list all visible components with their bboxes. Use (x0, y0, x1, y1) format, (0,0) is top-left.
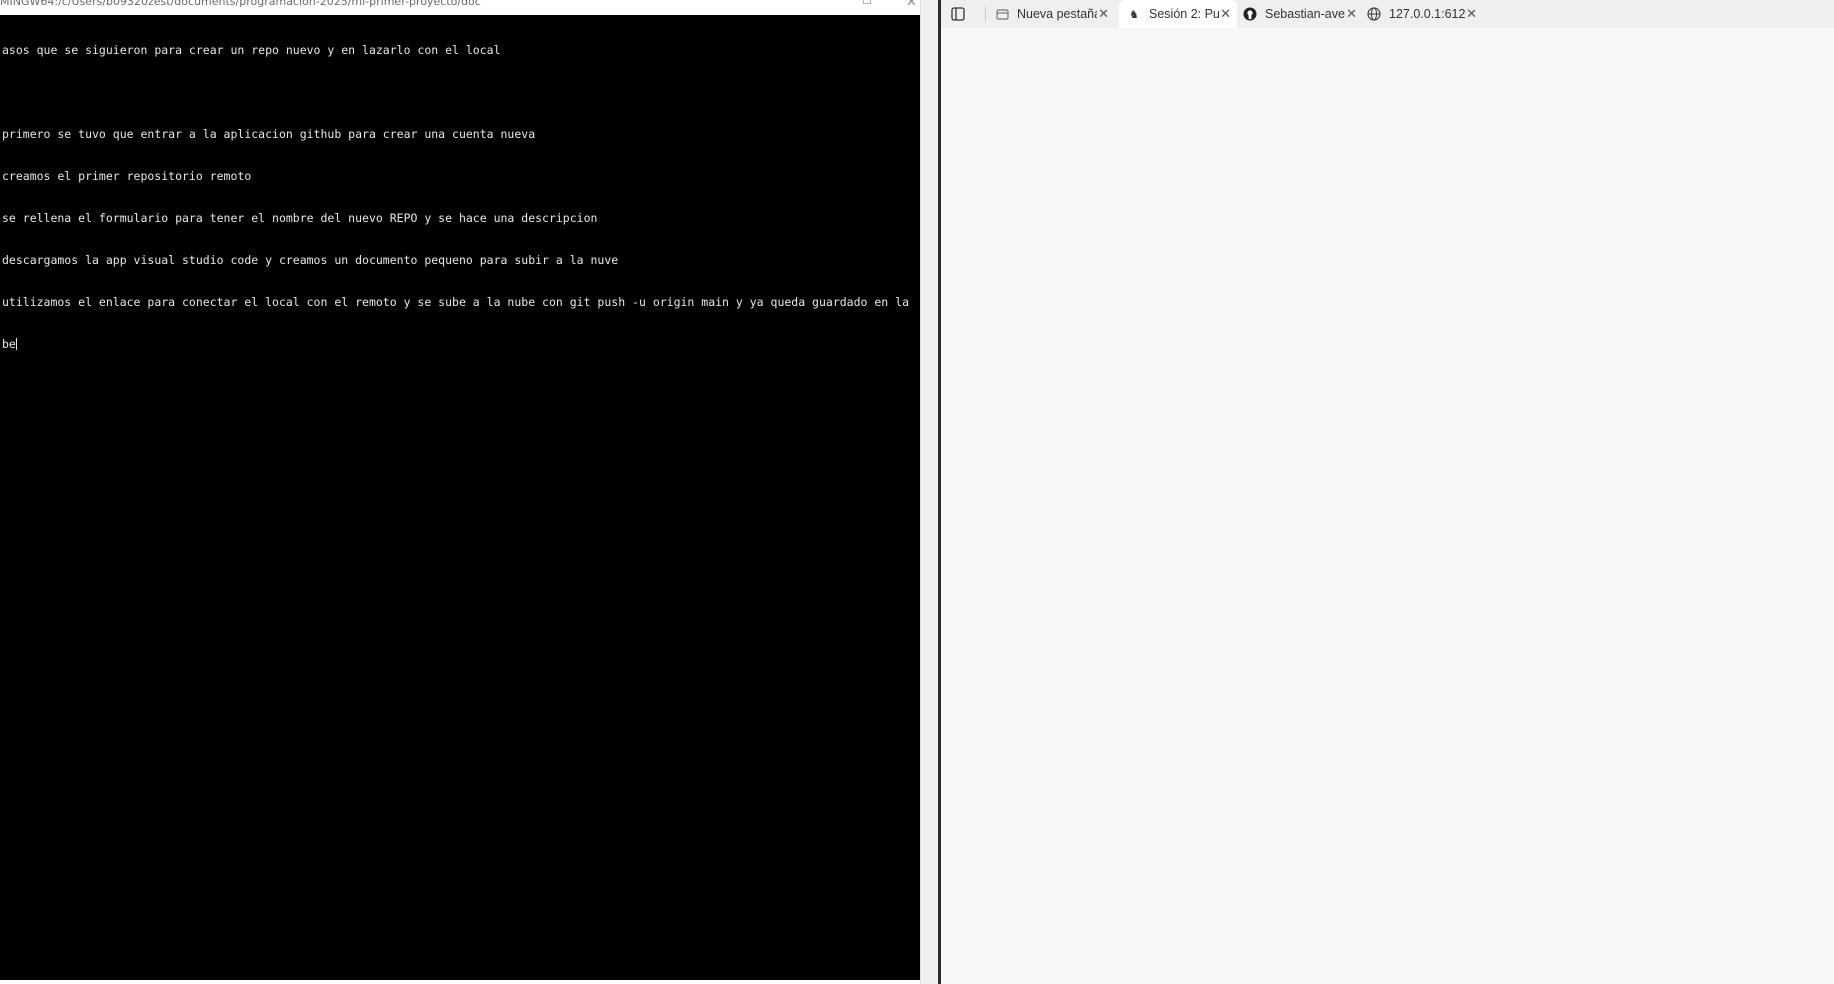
terminal-line-text: be (2, 337, 16, 351)
tab-bar: Nueva pestaña ✕ ♞ Sesión 2: Publicando M… (941, 0, 1834, 28)
terminal-line: asos que se siguieron para crear un repo… (2, 43, 501, 57)
close-tab-icon[interactable]: ✕ (1098, 6, 1109, 22)
terminal-output[interactable]: asos que se siguieron para crear un repo… (2, 15, 918, 379)
text-cursor (15, 338, 17, 350)
terminal-window[interactable]: MINGW64:/c/Users/b09320zest/documents/pr… (0, 0, 920, 984)
tab-label: Sebastian-avellaneda (1265, 7, 1345, 21)
terminal-line: utilizamos el enlace para conectar el lo… (2, 295, 909, 309)
new-tab-icon (995, 7, 1009, 21)
close-icon[interactable]: ✕ (906, 0, 917, 10)
github-icon (1243, 7, 1257, 21)
tab-new-tab[interactable]: Nueva pestaña ✕ (995, 0, 1115, 28)
terminal-scrollbar[interactable] (920, 0, 938, 984)
close-tab-icon[interactable]: ✕ (1346, 6, 1357, 22)
close-tab-icon[interactable]: ✕ (1220, 6, 1231, 22)
tab-localhost[interactable]: 127.0.0.1:6129 ✕ (1367, 0, 1483, 28)
terminal-titlebar[interactable]: MINGW64:/c/Users/b09320zest/documents/pr… (0, 0, 920, 15)
terminal-line: creamos el primer repositorio remoto (2, 169, 252, 183)
tab-separator (985, 7, 986, 21)
tab-label: Nueva pestaña (1017, 7, 1097, 21)
tab-actions-button[interactable] (951, 0, 971, 28)
tab-label: Sesión 2: Publicando Mi Trabajo (1149, 7, 1219, 21)
tab-actions-icon (951, 7, 965, 21)
terminal-line: primero se tuvo que entrar a la aplicaci… (2, 127, 536, 141)
notion-icon: ♞ (1129, 8, 1139, 21)
terminal-line: se rellena el formulario para tener el n… (2, 211, 598, 225)
terminal-input-line[interactable]: be (2, 337, 918, 351)
tab-label: 127.0.0.1:6129 (1389, 7, 1465, 21)
tab-github[interactable]: Sebastian-avellaneda ✕ (1243, 0, 1363, 28)
close-tab-icon[interactable]: ✕ (1466, 6, 1477, 22)
maximize-icon[interactable]: ☐ (862, 0, 872, 7)
tab-sesion-2[interactable]: ♞ Sesión 2: Publicando Mi Trabajo ✕ (1119, 0, 1237, 28)
globe-icon (1367, 7, 1381, 21)
terminal-title: MINGW64:/c/Users/b09320zest/documents/pr… (0, 0, 481, 8)
terminal-line: descargamos la app visual studio code y … (2, 253, 619, 267)
browser-window: Nueva pestaña ✕ ♞ Sesión 2: Publicando M… (941, 0, 1834, 984)
terminal-bottom-edge (0, 980, 920, 984)
